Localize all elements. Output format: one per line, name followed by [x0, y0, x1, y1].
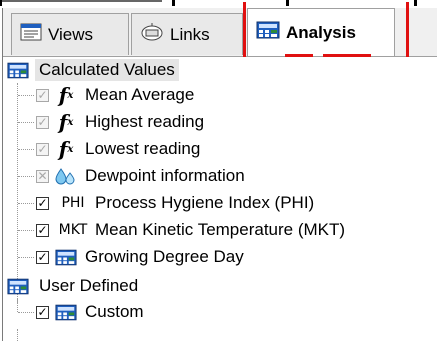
checkbox-checked-disabled[interactable]: ✓ [36, 142, 49, 156]
calculator-icon [55, 304, 77, 321]
tab-analysis-label: Analysis [286, 22, 356, 42]
tab-links-label: Links [170, 24, 210, 44]
checkbox-checked-disabled[interactable]: ✓ [36, 88, 49, 102]
calculator-icon [7, 62, 29, 79]
tree-group-label: Calculated Values [35, 59, 179, 81]
analysis-panel: Views Links Analysis Calculated Values ✓… [2, 2, 437, 341]
tab-views[interactable]: Views [11, 13, 129, 55]
tree-item-label: Highest reading [85, 112, 205, 131]
tab-views-label: Views [48, 24, 94, 44]
top-strip [0, 0, 438, 6]
tree-item-mean-average[interactable]: ✓ fx Mean Average [36, 82, 194, 108]
tree-item-dewpoint-information[interactable]: ✕ Dewpoint information [36, 163, 245, 189]
tree-item-label: Lowest reading [85, 139, 201, 158]
tree-group-label: User Defined [39, 276, 139, 295]
tree-item-label: Custom [85, 302, 144, 321]
calculator-icon [55, 249, 77, 266]
tree-item-highest-reading[interactable]: ✓ fx Highest reading [36, 109, 204, 135]
tree-item-lowest-reading[interactable]: ✓ fx Lowest reading [36, 136, 200, 162]
mkt-icon: MKT [58, 222, 88, 238]
tree-item-label: Mean Average [85, 85, 195, 104]
checkbox-checked[interactable]: ✓ [36, 196, 49, 210]
tree-connector [17, 329, 18, 341]
tab-strip: Views Links Analysis [3, 2, 437, 58]
tree-item-growing-degree-day[interactable]: ✓ Growing Degree Day [36, 244, 244, 270]
tree-group-calculated-values[interactable]: Calculated Values [7, 57, 179, 83]
tree-connector [17, 83, 18, 303]
checkbox-checked-disabled[interactable]: ✓ [36, 115, 49, 129]
tab-analysis[interactable]: Analysis [247, 8, 395, 56]
tree-item-label: Mean Kinetic Temperature (MKT) [95, 220, 346, 239]
water-drops-icon [55, 167, 77, 185]
function-icon: fx [58, 110, 74, 134]
tree-item-custom[interactable]: ✓ Custom [36, 299, 144, 325]
tree-item-mkt[interactable]: ✓ MKT Mean Kinetic Temperature (MKT) [36, 217, 345, 243]
checkbox-checked[interactable]: ✓ [36, 223, 49, 237]
views-icon [20, 22, 42, 47]
calculator-icon [256, 21, 280, 44]
checkbox-checked[interactable]: ✓ [36, 305, 49, 319]
function-icon: fx [58, 83, 74, 107]
tree-item-label: Growing Degree Day [85, 247, 244, 266]
checkbox-checked[interactable]: ✓ [36, 250, 49, 264]
tree-item-label: Dewpoint information [85, 166, 245, 185]
calculator-icon [7, 278, 29, 295]
analysis-tree: Calculated Values ✓ fx Mean Average ✓ fx… [3, 57, 437, 341]
phi-icon: PHI [61, 195, 85, 211]
tab-links[interactable]: Links [131, 13, 243, 55]
tree-group-user-defined[interactable]: User Defined [7, 273, 138, 299]
tree-item-phi[interactable]: ✓ PHI Process Hygiene Index (PHI) [36, 190, 314, 216]
tree-item-label: Process Hygiene Index (PHI) [95, 193, 315, 212]
links-icon [140, 22, 164, 47]
function-icon: fx [58, 137, 74, 161]
checkbox-indeterminate-disabled[interactable]: ✕ [36, 169, 49, 183]
